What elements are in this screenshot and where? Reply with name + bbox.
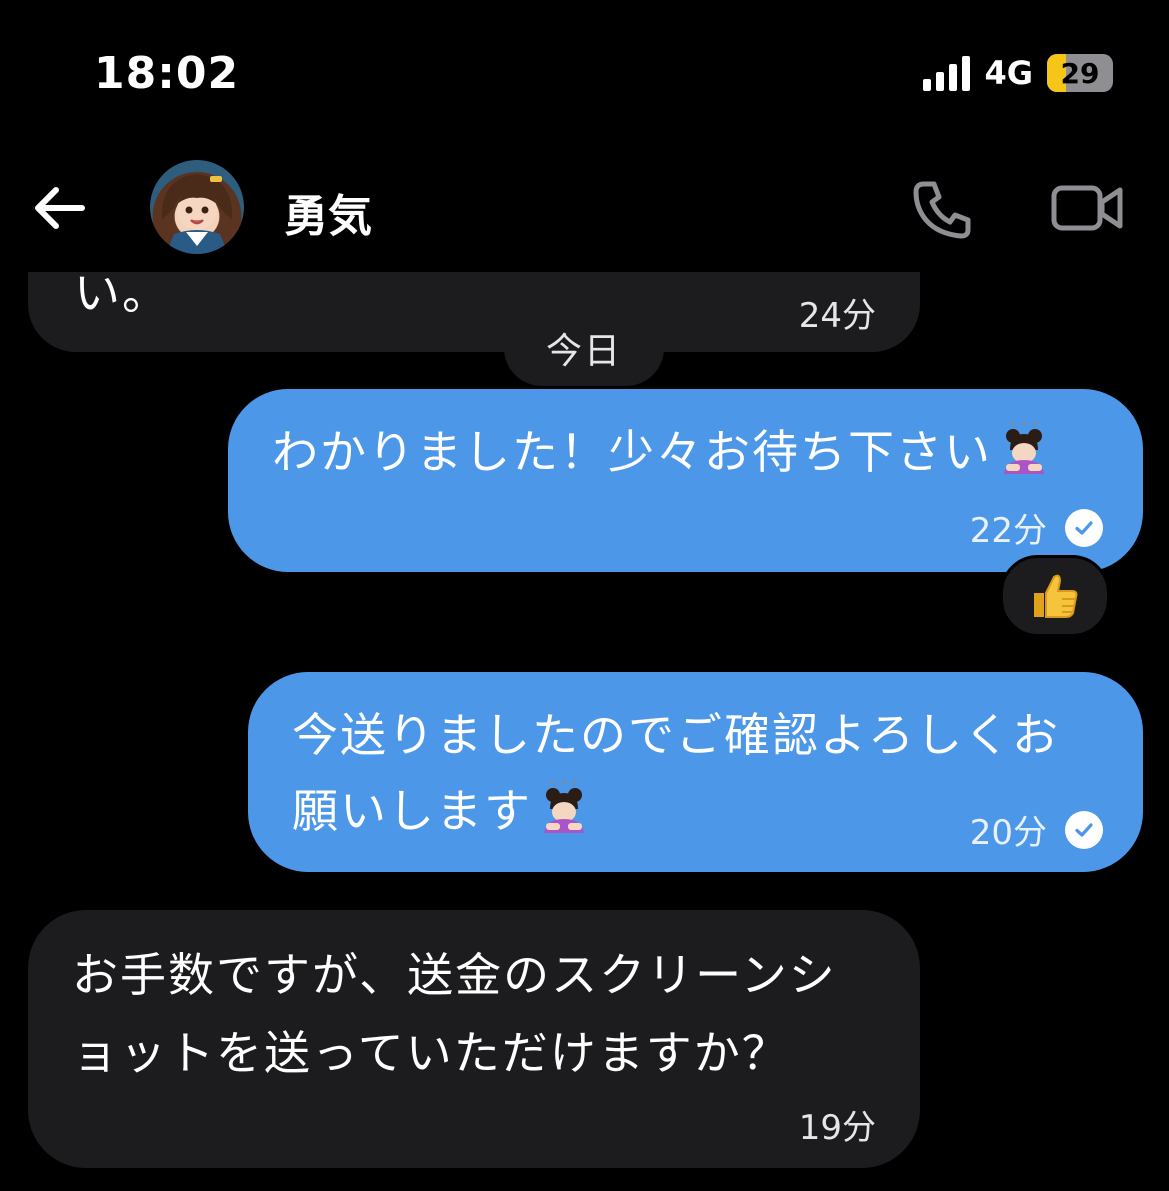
person-bowing-icon [1004, 421, 1044, 474]
message-meta: 19分 [799, 1100, 876, 1149]
arrow-left-icon [35, 187, 85, 229]
message-meta: 20分 [970, 805, 1103, 854]
battery-icon: 29 [1047, 54, 1113, 92]
message-time: 20分 [969, 813, 1047, 853]
signal-icon [923, 55, 971, 91]
message-meta: 24分 [799, 288, 876, 337]
battery-level: 29 [1060, 56, 1100, 90]
network-type: 4G [984, 54, 1033, 92]
message-list[interactable]: い。 24分 今日 わかりました！少々お待ち下さい 22分 今送りましたのでご確… [0, 272, 1169, 1191]
video-call-button[interactable] [1050, 182, 1124, 234]
video-camera-icon [1051, 185, 1123, 231]
read-check-icon [1065, 508, 1103, 547]
back-button[interactable] [30, 180, 90, 236]
message-text: ョットを送っていただけますか？ [72, 1026, 790, 1080]
message-time: 24分 [798, 296, 876, 336]
avatar-image [161, 174, 233, 254]
voice-call-button[interactable] [910, 178, 974, 240]
thumbs-up-icon [1034, 574, 1078, 618]
message-meta: 22分 [970, 503, 1103, 552]
message-text: い。 [74, 272, 170, 320]
message-bubble-outgoing[interactable]: 今送りましたのでご確認よろしくお 願いします 20分 [248, 672, 1143, 872]
contact-avatar[interactable] [150, 160, 244, 254]
chat-screen: 18:02 4G 29 勇気 い。 24分 今日 わかりました！少々お待ち下さい… [0, 0, 1169, 1191]
reaction-badge[interactable] [1000, 555, 1110, 637]
status-indicators: 4G 29 [923, 54, 1113, 92]
read-check-icon [1065, 810, 1103, 849]
message-text: 今送りましたのでご確認よろしくお [292, 708, 1060, 762]
message-text: わかりました！少々お待ち下さい [272, 425, 992, 479]
phone-icon [913, 181, 971, 239]
message-text-row: わかりました！少々お待ち下さい [272, 413, 1052, 491]
person-bowing-icon [544, 780, 584, 833]
message-bubble-incoming[interactable]: い。 24分 [28, 272, 920, 352]
message-time: 22分 [969, 511, 1047, 551]
message-text-row: 願いします [292, 772, 592, 850]
day-separator: 今日 [504, 310, 664, 386]
message-text: お手数ですが、送金のスクリーンシ [72, 948, 837, 1002]
status-time: 18:02 [94, 48, 240, 99]
message-bubble-incoming[interactable]: お手数ですが、送金のスクリーンシ ョットを送っていただけますか？ 19分 [28, 910, 920, 1168]
message-bubble-outgoing[interactable]: わかりました！少々お待ち下さい 22分 [228, 389, 1143, 572]
message-text: 願いします [292, 784, 532, 838]
contact-name[interactable]: 勇気 [284, 180, 372, 244]
message-time: 19分 [798, 1108, 876, 1148]
